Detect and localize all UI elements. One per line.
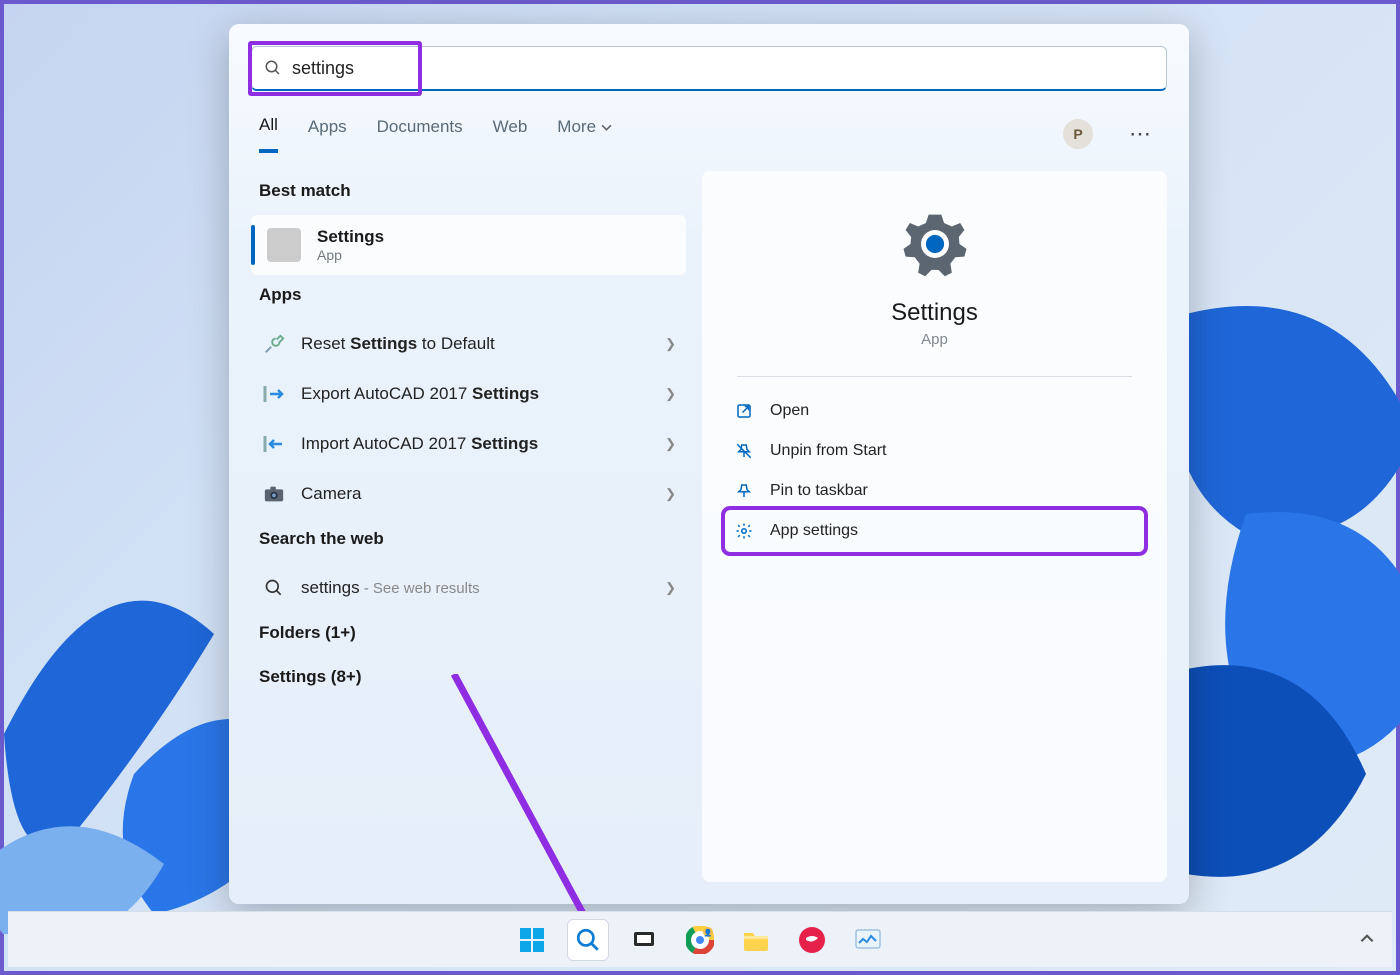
chevron-up-icon <box>1360 931 1374 945</box>
import-icon <box>261 431 287 457</box>
section-folders[interactable]: Folders (1+) <box>251 613 686 657</box>
app-result-label: Import AutoCAD 2017 Settings <box>301 434 651 454</box>
start-icon <box>518 926 546 954</box>
chevron-right-icon: ❯ <box>665 580 676 596</box>
detail-actions: Open Unpin from Start Pin to taskbar <box>720 391 1149 551</box>
svg-text:👤: 👤 <box>704 928 713 937</box>
app-result-import-autocad[interactable]: Import AutoCAD 2017 Settings ❯ <box>251 419 686 469</box>
app-result-export-autocad[interactable]: Export AutoCAD 2017 Settings ❯ <box>251 369 686 419</box>
start-button[interactable] <box>511 919 553 961</box>
search-input[interactable] <box>292 58 1154 79</box>
best-match-subtitle: App <box>317 247 384 263</box>
taskbar-show-desktop[interactable] <box>1360 931 1374 948</box>
settings-gear-icon <box>900 209 970 279</box>
settings-app-icon <box>267 228 301 262</box>
app-result-label: Reset Settings to Default <box>301 334 651 354</box>
taskbar-explorer[interactable] <box>735 919 777 961</box>
chevron-down-icon <box>601 122 612 133</box>
tab-web[interactable]: Web <box>493 117 528 151</box>
action-label: Open <box>770 402 809 420</box>
search-icon <box>261 575 287 601</box>
tab-all[interactable]: All <box>259 115 278 153</box>
tab-apps[interactable]: Apps <box>308 117 347 151</box>
gear-icon <box>734 521 754 541</box>
action-open[interactable]: Open <box>726 391 1143 431</box>
action-unpin-start[interactable]: Unpin from Start <box>726 431 1143 471</box>
overflow-menu-button[interactable]: ⋯ <box>1123 121 1159 147</box>
explorer-icon <box>742 927 770 953</box>
search-icon <box>264 59 282 77</box>
tab-more-label: More <box>557 117 596 137</box>
action-app-settings[interactable]: App settings <box>726 511 1143 551</box>
detail-separator <box>737 376 1132 377</box>
detail-subtitle: App <box>921 331 948 348</box>
best-match-item[interactable]: Settings App <box>251 215 686 275</box>
app-result-reset-settings[interactable]: Reset Settings to Default ❯ <box>251 319 686 369</box>
open-icon <box>734 401 754 421</box>
action-label: Unpin from Start <box>770 442 886 460</box>
action-label: Pin to taskbar <box>770 482 868 500</box>
section-best-match: Best match <box>251 171 686 215</box>
monitor-icon <box>854 927 882 953</box>
taskview-button[interactable] <box>623 919 665 961</box>
tab-documents[interactable]: Documents <box>377 117 463 151</box>
search-tabs: All Apps Documents Web More P ⋯ <box>229 101 1189 153</box>
search-bar[interactable] <box>251 46 1167 91</box>
chevron-right-icon: ❯ <box>665 386 676 402</box>
section-search-web: Search the web <box>251 519 686 563</box>
taskview-icon <box>631 927 657 953</box>
app-result-label: Camera <box>301 484 651 504</box>
unpin-icon <box>734 441 754 461</box>
wrench-icon <box>261 331 287 357</box>
user-avatar[interactable]: P <box>1063 119 1093 149</box>
taskbar-monitor[interactable] <box>847 919 889 961</box>
taskbar-app-red[interactable] <box>791 919 833 961</box>
detail-title: Settings <box>891 299 978 327</box>
pin-icon <box>734 481 754 501</box>
chevron-right-icon: ❯ <box>665 336 676 352</box>
web-result-label: settings - See web results <box>301 578 651 598</box>
tab-more[interactable]: More <box>557 117 612 151</box>
chrome-icon: 👤 <box>686 926 714 954</box>
app-result-camera[interactable]: Camera ❯ <box>251 469 686 519</box>
detail-pane: Settings App Open Unpin from Start <box>702 171 1167 882</box>
taskbar-search-button[interactable] <box>567 919 609 961</box>
section-apps: Apps <box>251 275 686 319</box>
action-label: App settings <box>770 522 858 540</box>
best-match-title: Settings <box>317 227 384 247</box>
search-bar-container <box>229 24 1189 101</box>
app-result-label: Export AutoCAD 2017 Settings <box>301 384 651 404</box>
start-search-panel: All Apps Documents Web More P ⋯ Best mat… <box>229 24 1189 904</box>
search-icon <box>575 927 601 953</box>
results-column: Best match Settings App Apps Reset Setti… <box>251 171 686 882</box>
chevron-right-icon: ❯ <box>665 486 676 502</box>
taskbar-chrome[interactable]: 👤 <box>679 919 721 961</box>
chevron-right-icon: ❯ <box>665 436 676 452</box>
web-result-settings[interactable]: settings - See web results ❯ <box>251 563 686 613</box>
action-pin-taskbar[interactable]: Pin to taskbar <box>726 471 1143 511</box>
export-icon <box>261 381 287 407</box>
app-red-icon <box>798 926 826 954</box>
taskbar: 👤 <box>8 911 1392 967</box>
section-settings[interactable]: Settings (8+) <box>251 657 686 701</box>
camera-icon <box>261 481 287 507</box>
